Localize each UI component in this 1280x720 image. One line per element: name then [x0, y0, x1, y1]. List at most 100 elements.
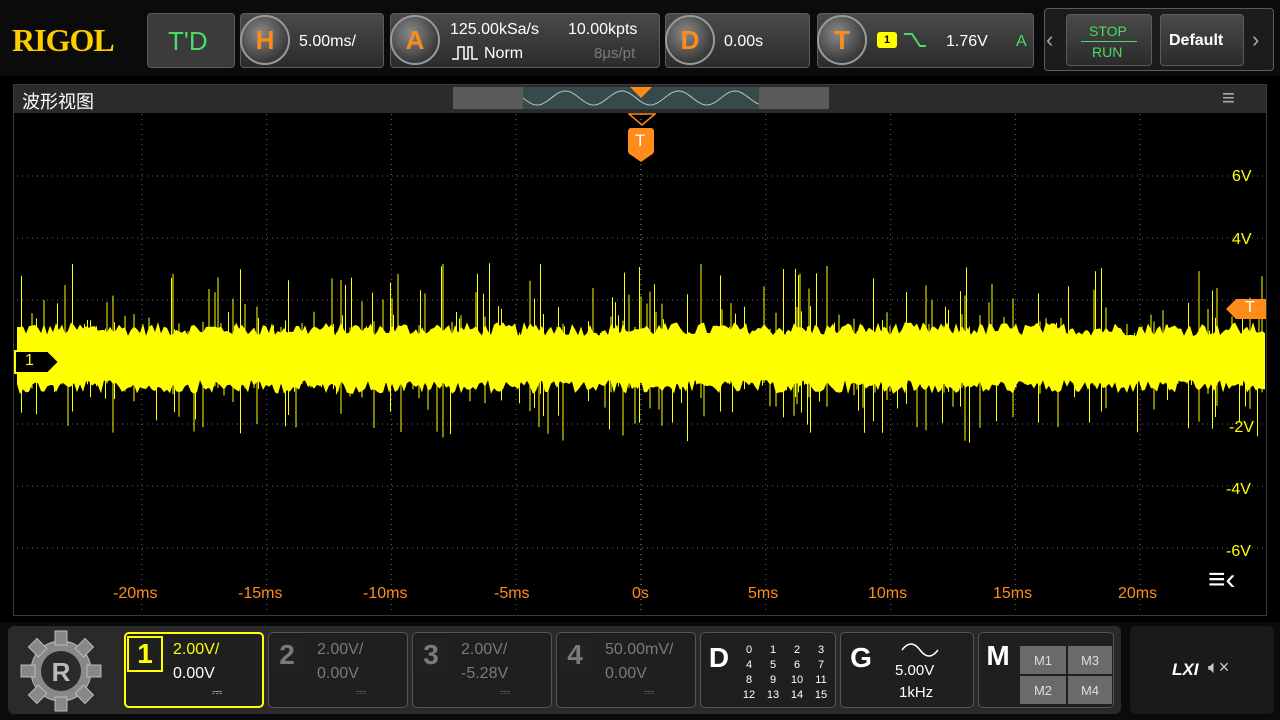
- ch1-coupling-icon: ⎓: [212, 684, 223, 699]
- trigger-source-badge: 1: [877, 32, 897, 48]
- default-label: Default: [1169, 32, 1224, 49]
- trigger-position-outline-icon: [628, 113, 656, 126]
- waveform-plot: [17, 114, 1265, 610]
- lxi-logo: LXI: [1172, 660, 1199, 679]
- ch2-scale: 2.00V/: [317, 641, 364, 658]
- sample-rate: 125.00kSa/s: [450, 21, 539, 38]
- digital-channel-label: 5: [769, 659, 777, 671]
- time-per-point: 8μs/pt: [594, 45, 636, 62]
- ch3-offset: -5.28V: [461, 665, 509, 682]
- x-label: 5ms: [748, 585, 779, 602]
- x-label: 20ms: [1118, 585, 1158, 602]
- acquire-mode-icon: [452, 46, 478, 60]
- trigger-position-label: T: [635, 131, 646, 150]
- generator-frequency: 1kHz: [899, 684, 934, 701]
- waveform-title-bar: 波形视图 ≡: [14, 85, 1266, 113]
- x-label: -20ms: [113, 585, 158, 602]
- waveform-title: 波形视图: [22, 92, 94, 112]
- x-label: 10ms: [868, 585, 908, 602]
- trigger-level: 1.76V: [946, 33, 988, 50]
- top-bar: RIGOL T'D H 5.00ms/ A 125.00kSa/s Norm 1…: [0, 0, 1280, 76]
- menu-icon[interactable]: ≡: [1222, 85, 1235, 111]
- ch4-offset: 0.00V: [605, 665, 647, 682]
- x-label: 15ms: [993, 585, 1033, 602]
- digital-channel-label: 1: [769, 644, 777, 656]
- math-m1-button[interactable]: M1: [1020, 646, 1066, 674]
- generator-key: G: [850, 642, 872, 673]
- ch3-coupling-icon: ⎓: [500, 684, 511, 699]
- trigger-level-marker-label: T: [1245, 299, 1255, 316]
- td-label: T'D: [168, 26, 208, 56]
- digital-channel-label: 6: [793, 659, 801, 671]
- delay-value: 0.00s: [724, 33, 764, 50]
- digital-channel-label: 7: [817, 659, 825, 671]
- digital-channel-label: 8: [745, 674, 753, 686]
- stop-run-divider: [1081, 41, 1137, 42]
- memory-depth: 10.00kpts: [568, 21, 638, 38]
- ch1-offset-marker-label: 1: [25, 352, 34, 369]
- trigger-position-marker[interactable]: T: [628, 128, 654, 154]
- td-button[interactable]: T'D: [147, 13, 235, 68]
- chevron-left-icon[interactable]: ‹: [1046, 27, 1053, 53]
- digital-channel-label: 13: [766, 689, 780, 701]
- rising-edge-icon: [904, 33, 926, 47]
- ch1-offset-marker[interactable]: [14, 350, 60, 374]
- status-panel: [1130, 626, 1274, 714]
- digital-key: D: [708, 642, 730, 673]
- ch1-scale: 2.00V/: [173, 641, 220, 658]
- math-m4-button[interactable]: M4: [1068, 676, 1112, 704]
- digital-channel-label: 9: [769, 674, 777, 686]
- digital-channel-label: 11: [815, 674, 827, 686]
- x-label: -15ms: [238, 585, 283, 602]
- delay-key[interactable]: D: [665, 15, 715, 65]
- collapse-menu-icon[interactable]: ≡‹: [1208, 563, 1236, 597]
- trigger-key[interactable]: T: [817, 15, 867, 65]
- default-button[interactable]: Default: [1160, 14, 1244, 66]
- stop-label: STOP: [1089, 23, 1127, 39]
- math-m3-button[interactable]: M3: [1068, 646, 1112, 674]
- ch1-offset: 0.00V: [173, 665, 215, 682]
- horizontal-scale: 5.00ms/: [299, 33, 356, 50]
- ch4-coupling-icon: ⎓: [644, 684, 655, 699]
- acquire-key[interactable]: A: [390, 15, 440, 65]
- x-label: -5ms: [494, 585, 530, 602]
- horizontal-key[interactable]: H: [240, 15, 290, 65]
- digital-channel-label: 15: [814, 689, 828, 701]
- ch2-number: 2: [271, 638, 303, 672]
- y-label-6v: 6V: [1232, 168, 1252, 185]
- trigger-status: A: [1016, 33, 1027, 50]
- y-label-neg6v: -6V: [1226, 543, 1251, 560]
- stop-run-button[interactable]: STOP RUN: [1066, 14, 1152, 66]
- time-window-overview[interactable]: [453, 87, 829, 109]
- math-key: M: [986, 640, 1010, 671]
- ch4-number: 4: [559, 638, 591, 672]
- x-label: -10ms: [363, 585, 408, 602]
- generator-amplitude: 5.00V: [895, 662, 935, 679]
- digital-channel-label: 10: [790, 674, 804, 686]
- digital-channel-label: 0: [745, 644, 753, 656]
- chevron-right-icon[interactable]: ›: [1252, 27, 1259, 53]
- ch3-scale: 2.00V/: [461, 641, 508, 658]
- digital-channel-label: 12: [742, 689, 756, 701]
- ch1-number: 1: [127, 636, 163, 672]
- rigol-logo: RIGOL: [12, 22, 115, 58]
- math-m2-button[interactable]: M2: [1020, 676, 1066, 704]
- run-label: RUN: [1092, 44, 1123, 60]
- y-label-neg2v: -2V: [1229, 419, 1254, 436]
- trigger-position-arrow-icon: [628, 153, 654, 162]
- ch3-number: 3: [415, 638, 447, 672]
- overview-trigger-marker-icon: [630, 87, 652, 98]
- speaker-muted-icon[interactable]: 🔈︎×: [1208, 657, 1229, 678]
- digital-channel-label: 2: [793, 644, 801, 656]
- svg-text:R: R: [52, 657, 71, 687]
- gear-icon[interactable]: R: [15, 625, 107, 717]
- x-label: 0s: [632, 585, 649, 602]
- digital-channel-label: 3: [817, 644, 825, 656]
- ch2-offset: 0.00V: [317, 665, 359, 682]
- ch2-coupling-icon: ⎓: [356, 684, 367, 699]
- ch4-scale: 50.00mV/: [605, 641, 674, 658]
- y-label-4v: 4V: [1232, 231, 1252, 248]
- sine-wave-icon: [901, 643, 939, 657]
- digital-channel-grid: 0 1 2 3 4 5 6 7 8 9 10 11 12 13 14 15: [737, 644, 833, 706]
- digital-channel-label: 4: [745, 659, 753, 671]
